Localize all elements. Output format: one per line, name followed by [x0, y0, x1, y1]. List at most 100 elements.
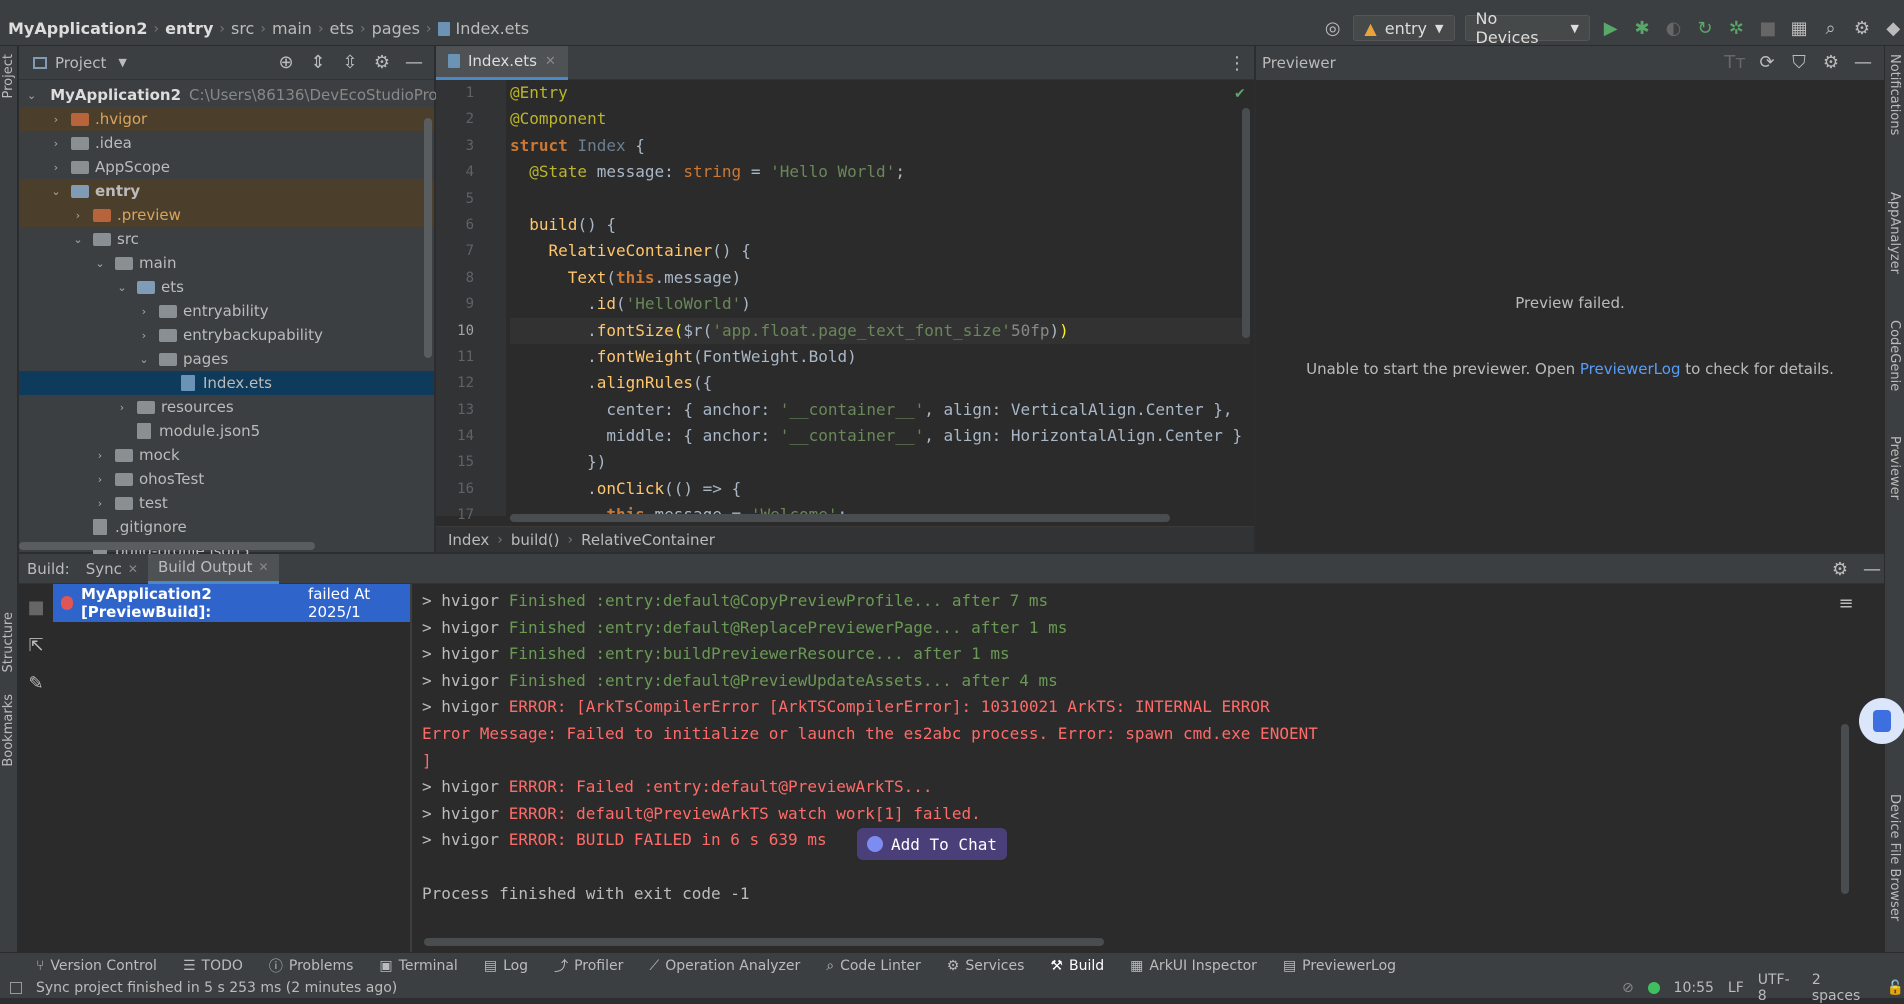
tree-item[interactable]: › test: [19, 491, 434, 515]
code-area[interactable]: @Entry @Component struct Index { @State …: [510, 80, 1250, 516]
tree-scrollbar[interactable]: [424, 118, 432, 358]
tree-item[interactable]: .gitignore: [19, 515, 434, 539]
editor-crumb-method[interactable]: build(): [511, 531, 560, 549]
run-icon[interactable]: ▶: [1600, 17, 1621, 39]
hide-icon[interactable]: —: [403, 51, 425, 73]
profile-icon[interactable]: ◐: [1663, 17, 1684, 39]
editor-scrollbar[interactable]: [1242, 108, 1250, 338]
device-manager-icon[interactable]: ▦: [1788, 17, 1809, 39]
select-opened-file-icon[interactable]: ⊕: [275, 51, 297, 73]
tree-item[interactable]: ⌄ main: [19, 251, 434, 275]
refresh-icon[interactable]: ⟳: [1756, 51, 1778, 73]
tree-item[interactable]: › entryability: [19, 299, 434, 323]
chevron-right-icon[interactable]: ›: [49, 161, 63, 174]
tree-item[interactable]: › AppScope: [19, 155, 434, 179]
tool-tab-previewerlog[interactable]: ▤ PreviewerLog: [1283, 958, 1396, 974]
chevron-right-icon[interactable]: ›: [115, 401, 129, 414]
status-time[interactable]: 10:55: [1674, 980, 1714, 996]
chevron-down-icon[interactable]: ⌄: [115, 281, 129, 294]
attach-debugger-icon[interactable]: ✲: [1726, 17, 1747, 39]
tree-h-scrollbar[interactable]: [19, 542, 315, 550]
run-config-select[interactable]: ▲ entry ▼: [1353, 15, 1455, 41]
tab-sync[interactable]: Sync ✕: [76, 554, 148, 584]
breadcrumb-pages[interactable]: pages: [372, 19, 420, 38]
breadcrumb-src[interactable]: src: [231, 19, 254, 38]
previewer-log-link[interactable]: PreviewerLog: [1580, 360, 1681, 378]
tool-tab-terminal[interactable]: ▣ Terminal: [379, 958, 457, 974]
tree-item[interactable]: › entrybackupability: [19, 323, 434, 347]
status-indent[interactable]: 2 spaces: [1812, 972, 1873, 1004]
lock-icon[interactable]: 🔓: [1887, 980, 1904, 996]
tool-tab-operation-analyzer[interactable]: ⟋ Operation Analyzer: [649, 958, 800, 974]
device-select[interactable]: No Devices ▼: [1464, 9, 1590, 47]
editor-tab-index[interactable]: Index.ets ✕: [436, 45, 568, 80]
editor-h-scrollbar[interactable]: [510, 514, 1170, 522]
chevron-right-icon[interactable]: ›: [93, 449, 107, 462]
close-icon[interactable]: ✕: [128, 562, 138, 576]
tree-item[interactable]: › .hvigor: [19, 107, 434, 131]
soft-wrap-icon[interactable]: ≡: [1835, 592, 1857, 614]
filter-icon[interactable]: ⛉: [1788, 51, 1810, 73]
chevron-right-icon[interactable]: ›: [49, 137, 63, 150]
status-line-separator[interactable]: LF: [1728, 980, 1744, 996]
tool-tab-version-control[interactable]: ⑂ Version Control: [36, 958, 157, 974]
settings-icon[interactable]: ⚙: [1820, 51, 1842, 73]
editor-crumb-container[interactable]: RelativeContainer: [581, 531, 715, 549]
tool-notifications[interactable]: Notifications: [1887, 54, 1902, 135]
tool-tab-log[interactable]: ▤ Log: [484, 958, 528, 974]
tool-codegenie[interactable]: CodeGenie: [1887, 320, 1902, 391]
breadcrumb-ets[interactable]: ets: [330, 19, 354, 38]
tab-build-output[interactable]: Build Output ✕: [147, 553, 279, 584]
tool-tab-profiler[interactable]: ⤴ Profiler: [554, 956, 623, 976]
build-splitter[interactable]: [410, 584, 412, 954]
search-icon[interactable]: ⌕: [1820, 17, 1841, 39]
expand-all-icon[interactable]: ⇕: [307, 51, 329, 73]
chevron-down-icon[interactable]: ⌄: [137, 353, 151, 366]
tree-item[interactable]: › mock: [19, 443, 434, 467]
tool-bookmarks[interactable]: Bookmarks: [1, 694, 16, 767]
close-icon[interactable]: ✕: [258, 560, 268, 574]
floating-assistant-button[interactable]: [1859, 698, 1904, 744]
chevron-right-icon[interactable]: ›: [137, 305, 151, 318]
no-access-icon[interactable]: ⊘: [1622, 980, 1634, 996]
tool-structure[interactable]: Structure: [1, 612, 16, 672]
text-size-icon[interactable]: Tт: [1724, 51, 1746, 73]
output-scrollbar[interactable]: [1841, 724, 1849, 894]
status-toggle-icon[interactable]: [10, 982, 22, 994]
tree-item[interactable]: ⌄ entry: [19, 179, 434, 203]
chevron-right-icon[interactable]: ›: [49, 113, 63, 126]
editor-crumb-struct[interactable]: Index: [448, 531, 489, 549]
tool-project[interactable]: Project: [1, 54, 16, 98]
tool-tab-problems[interactable]: ⓘ Problems: [269, 956, 354, 976]
chevron-right-icon[interactable]: ›: [93, 473, 107, 486]
hide-icon[interactable]: —: [1852, 51, 1874, 73]
rerun-icon[interactable]: ↻: [1694, 17, 1715, 39]
tool-device-file-browser[interactable]: Device File Browser: [1887, 794, 1902, 921]
breadcrumb-module[interactable]: entry: [165, 19, 213, 38]
chevron-down-icon[interactable]: ⌄: [71, 233, 85, 246]
chevron-right-icon[interactable]: ›: [71, 209, 85, 222]
close-icon[interactable]: ✕: [545, 54, 556, 69]
stop-icon[interactable]: ■: [25, 596, 47, 618]
status-message[interactable]: Sync project finished in 5 s 253 ms (2 m…: [36, 980, 397, 996]
breadcrumb-file[interactable]: Index.ets: [456, 19, 530, 38]
chevron-right-icon[interactable]: ›: [137, 329, 151, 342]
status-encoding[interactable]: UTF-8: [1758, 972, 1798, 1004]
tree-item[interactable]: ⌄ src: [19, 227, 434, 251]
tree-item[interactable]: › .preview: [19, 203, 434, 227]
hide-icon[interactable]: —: [1861, 558, 1883, 580]
tree-item[interactable]: ⌄ ets: [19, 275, 434, 299]
more-icon[interactable]: ⋮: [1226, 52, 1248, 74]
tree-root[interactable]: ⌄ MyApplication2 C:\Users\86136\DevEcoSt…: [19, 83, 465, 107]
pin-icon[interactable]: ✎: [25, 672, 47, 694]
tree-item[interactable]: ⌄ pages: [19, 347, 434, 371]
logo-icon[interactable]: ◆: [1883, 17, 1904, 39]
tool-tab-services[interactable]: ⚙ Services: [947, 958, 1025, 974]
no-problems-check-icon[interactable]: ✔: [1234, 86, 1246, 102]
tool-tab-code-linter[interactable]: ⌕ Code Linter: [826, 958, 921, 974]
add-to-chat-button[interactable]: Add To Chat: [857, 828, 1007, 860]
tree-item[interactable]: module.json5: [19, 419, 434, 443]
chevron-down-icon[interactable]: ▼: [118, 56, 126, 69]
tool-previewer[interactable]: Previewer: [1887, 436, 1902, 500]
chevron-right-icon[interactable]: ›: [93, 497, 107, 510]
